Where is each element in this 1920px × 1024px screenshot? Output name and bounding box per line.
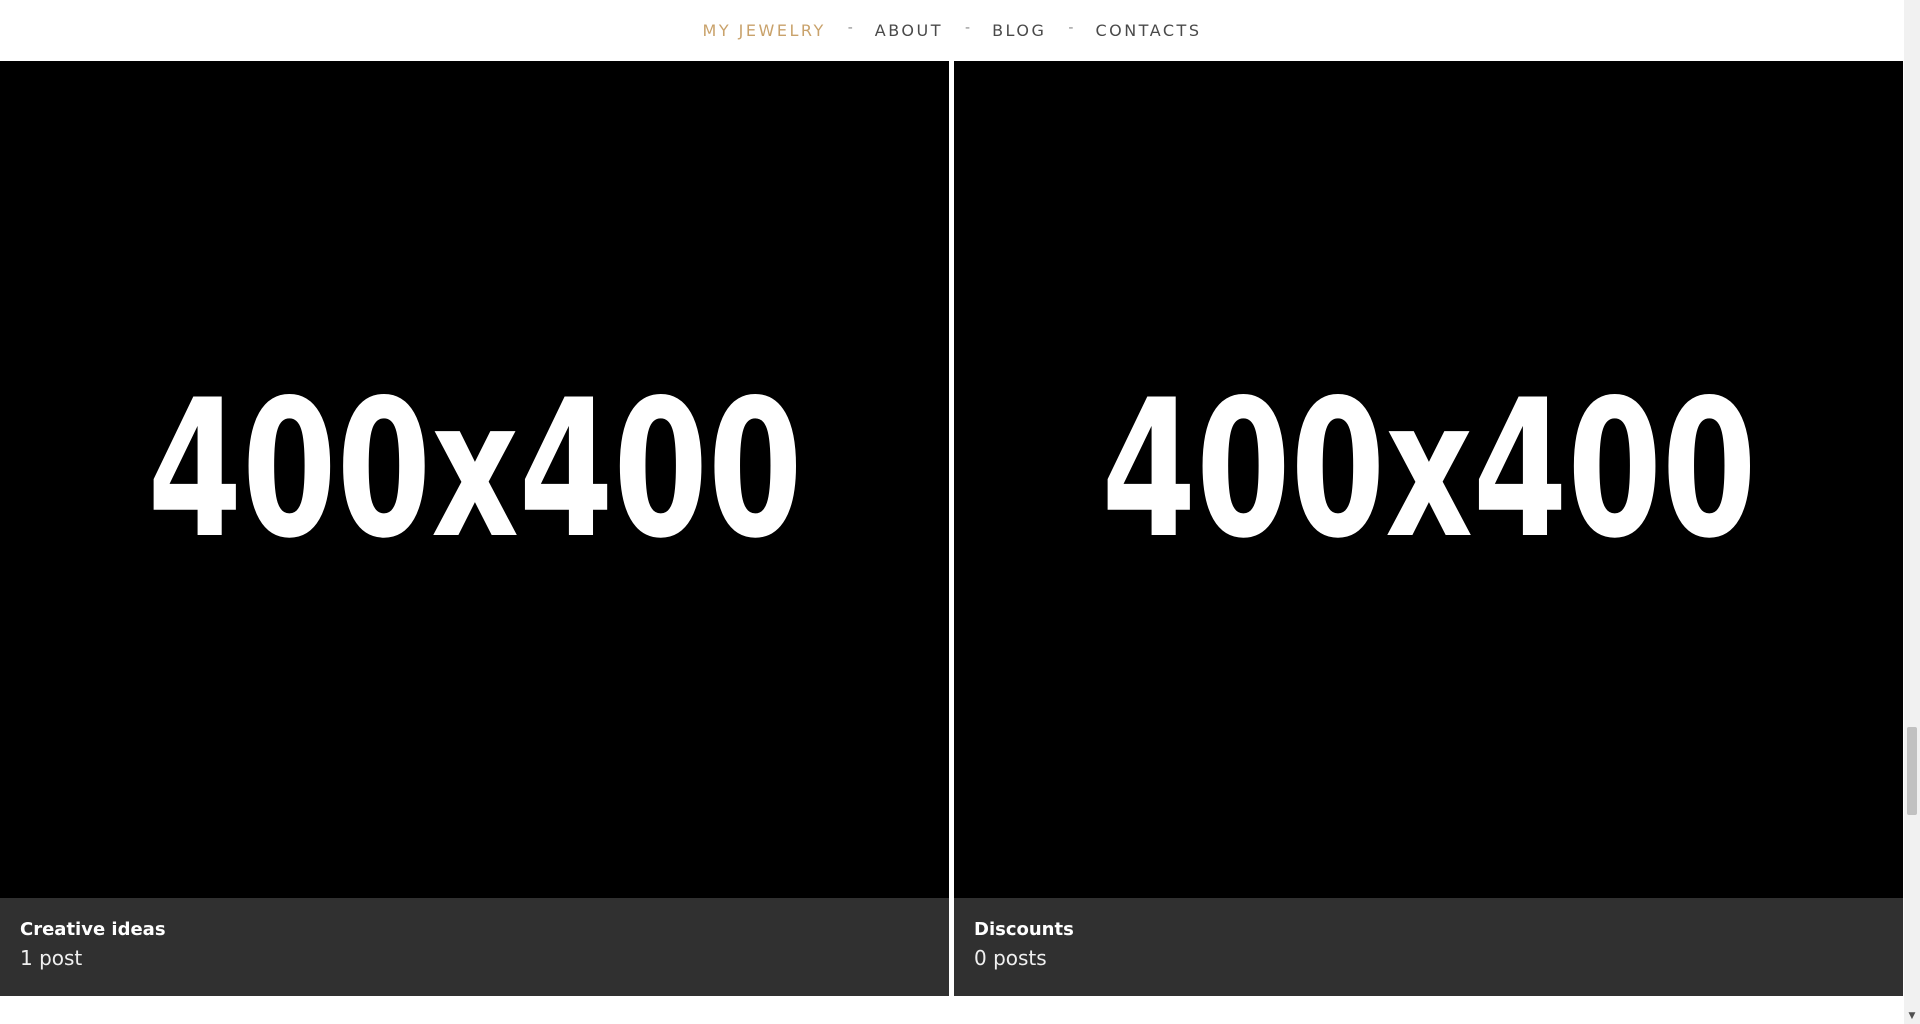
nav-separator: - [847,19,853,36]
category-title[interactable]: Creative ideas [20,918,949,942]
placeholder-text: 400x400 [1101,390,1756,570]
nav-item-contacts[interactable]: CONTACTS [1087,21,1209,40]
top-navigation: MY JEWELRY - ABOUT - BLOG - CONTACTS [0,0,1904,61]
category-title[interactable]: Discounts [974,918,1903,942]
placeholder-image: 400x400 [1101,390,1756,570]
nav-item-my-jewelry[interactable]: MY JEWELRY [695,21,834,40]
category-image-placeholder[interactable]: 400x400 [954,61,1903,898]
placeholder-image: 400x400 [147,390,802,570]
nav-item-blog[interactable]: BLOG [984,21,1054,40]
category-card-discounts[interactable]: 400x400 Discounts 0 posts [954,61,1903,996]
placeholder-text: 400x400 [147,390,802,570]
category-grid: 400x400 Creative ideas 1 post 400x400 Di… [0,61,1904,996]
page-scrollbar[interactable]: ▼ [1904,0,1920,1024]
category-post-count: 1 post [20,946,83,970]
scrollbar-thumb[interactable] [1907,727,1917,815]
category-post-count: 0 posts [974,946,1047,970]
chevron-down-icon[interactable]: ▼ [1904,1008,1920,1024]
nav-separator: - [1068,19,1074,36]
category-caption[interactable]: Discounts 0 posts [954,898,1903,996]
nav-menu: MY JEWELRY - ABOUT - BLOG - CONTACTS [695,19,1210,41]
nav-separator: - [965,19,971,36]
category-image-placeholder[interactable]: 400x400 [0,61,949,898]
category-card-creative-ideas[interactable]: 400x400 Creative ideas 1 post [0,61,949,996]
category-caption[interactable]: Creative ideas 1 post [0,898,949,996]
nav-item-about[interactable]: ABOUT [867,21,951,40]
page: MY JEWELRY - ABOUT - BLOG - CONTACTS 400… [0,0,1920,1024]
